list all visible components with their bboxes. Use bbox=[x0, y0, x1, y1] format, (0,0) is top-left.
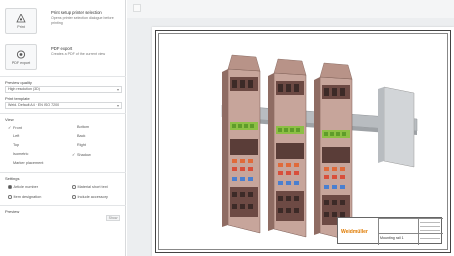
preview-row: Show bbox=[5, 215, 122, 221]
view-option-bottom[interactable]: Bottom bbox=[72, 125, 89, 129]
settings-option-label: Include accessory bbox=[77, 195, 108, 199]
canvas-toolbar bbox=[127, 0, 454, 18]
settings-option-article-number[interactable]: Article number bbox=[8, 185, 38, 189]
view-option-back[interactable]: Back bbox=[72, 134, 85, 138]
print-action: Print Print setup printer selection Open… bbox=[5, 8, 122, 34]
pdf-export-description: Creates a PDF of the current view bbox=[51, 52, 106, 56]
view-option-label: Top bbox=[13, 143, 20, 147]
preview-quality-select[interactable]: High resolution (3D) ▾ bbox=[5, 86, 122, 93]
title-block: Weidmüller Mounting rail 1 bbox=[337, 217, 443, 245]
title-block-cell bbox=[378, 233, 443, 234]
view-option-label: Marker placement bbox=[13, 161, 44, 165]
view-option-label: Isometric bbox=[13, 152, 29, 156]
preview-quality-label: Preview quality bbox=[5, 80, 32, 85]
print-template-select[interactable]: Weid. Default A4 · EN ISO 7200 ▾ bbox=[5, 102, 122, 109]
divider bbox=[0, 76, 126, 77]
end-bracket-side bbox=[378, 87, 384, 163]
print-settings-panel: Print Print setup printer selection Open… bbox=[0, 0, 126, 256]
view-label: View bbox=[5, 117, 14, 122]
view-option-front[interactable]: ✓ Front bbox=[8, 125, 22, 130]
view-option-isometric[interactable]: Isometric bbox=[8, 152, 28, 156]
print-template-value: Weid. Default A4 · EN ISO 7200 bbox=[8, 103, 60, 107]
chevron-down-icon: ▾ bbox=[116, 87, 119, 92]
title-block-line bbox=[420, 238, 440, 239]
drawing-name: Mounting rail 1 bbox=[380, 236, 404, 240]
terminal-module bbox=[222, 54, 261, 234]
print-action-description: Opens printer selection dialogue before … bbox=[51, 16, 114, 25]
divider bbox=[0, 113, 126, 114]
settings-option-label: Item designation bbox=[13, 195, 42, 199]
weidmuller-logo: Weidmüller bbox=[341, 229, 368, 235]
preview-show-button[interactable]: Show bbox=[106, 215, 120, 221]
print-action-title: Print setup printer selection bbox=[51, 10, 102, 15]
settings-option-item-designation[interactable]: Item designation bbox=[8, 195, 41, 199]
title-block-line bbox=[420, 230, 440, 231]
drawing-canvas[interactable]: Weidmüller Mounting rail 1 bbox=[127, 0, 454, 256]
drawing-sheet: Weidmüller Mounting rail 1 bbox=[152, 27, 454, 256]
chevron-down-icon: ▾ bbox=[116, 103, 119, 108]
view-option-label: Front bbox=[13, 125, 22, 130]
view-option-label: Shadow bbox=[77, 152, 91, 157]
canvas-tool-button[interactable] bbox=[133, 4, 141, 12]
view-option-label: Left bbox=[13, 134, 20, 138]
view-option-marker-placement[interactable]: Marker placement bbox=[8, 161, 43, 165]
title-block-cell bbox=[378, 218, 418, 245]
view-option-label: Back bbox=[77, 134, 86, 138]
pdf-export-title: PDF export bbox=[51, 46, 73, 51]
radio-selected-icon bbox=[8, 185, 12, 189]
settings-option-label: Article number bbox=[13, 185, 38, 189]
print-button[interactable]: Print bbox=[5, 8, 37, 34]
terminal-module bbox=[268, 58, 307, 238]
radio-unselected-icon bbox=[8, 195, 12, 199]
view-option-left[interactable]: Left bbox=[8, 134, 19, 138]
pdf-export-action: PDF export PDF export Creates a PDF of t… bbox=[5, 44, 122, 70]
settings-option-label: Material short text bbox=[77, 185, 108, 189]
title-block-line bbox=[420, 226, 440, 227]
print-icon bbox=[16, 13, 26, 22]
view-option-shadow[interactable]: ✓ Shadow bbox=[72, 152, 91, 157]
terminal-module bbox=[314, 62, 353, 242]
preview-label: Preview bbox=[5, 209, 20, 214]
view-option-label: Right bbox=[77, 143, 86, 147]
pdf-export-button[interactable]: PDF export bbox=[5, 44, 37, 70]
settings-option-material-short-text[interactable]: Material short text bbox=[72, 185, 108, 189]
divider bbox=[0, 205, 126, 206]
radio-unselected-icon bbox=[72, 185, 76, 189]
view-option-label: Bottom bbox=[77, 125, 90, 129]
radio-unselected-icon bbox=[72, 195, 76, 199]
end-bracket bbox=[383, 86, 415, 168]
pdf-export-button-label: PDF export bbox=[11, 60, 31, 65]
view-option-top[interactable]: Top bbox=[8, 143, 19, 147]
preview-quality-value: High resolution (3D) bbox=[8, 87, 40, 91]
settings-option-include-accessory[interactable]: Include accessory bbox=[72, 195, 108, 199]
title-block-line bbox=[420, 222, 440, 223]
print-button-label: Print bbox=[17, 24, 25, 29]
divider bbox=[0, 172, 126, 173]
settings-label: Settings bbox=[5, 176, 20, 181]
pdf-icon bbox=[16, 49, 26, 59]
view-option-right[interactable]: Right bbox=[72, 143, 86, 147]
print-template-label: Print template bbox=[5, 96, 30, 101]
